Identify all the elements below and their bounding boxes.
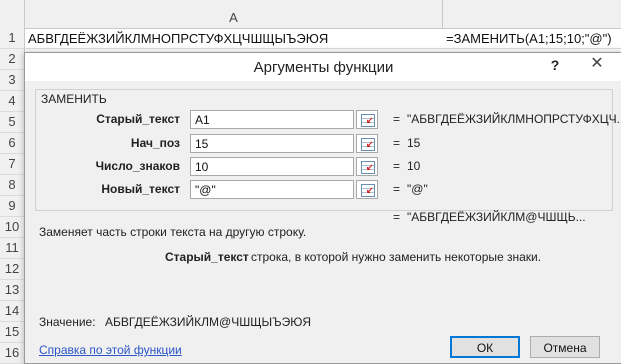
row-header[interactable]: 3	[0, 70, 25, 91]
function-name: ЗАМЕНИТЬ	[39, 92, 109, 106]
ok-button[interactable]: ОК	[450, 336, 520, 358]
close-button[interactable]: ✕	[573, 53, 621, 75]
arg-label-old-text: Старый_текст	[96, 112, 180, 126]
arg-input-old-text[interactable]: A1	[190, 110, 354, 129]
arg-label-num-chars: Число_знаков	[95, 159, 180, 173]
arg-equals: =	[393, 112, 401, 126]
row-header[interactable]: 10	[0, 217, 25, 238]
arg-input-new-text[interactable]: "@"	[190, 180, 354, 199]
collapse-dialog-icon[interactable]: ↙	[356, 134, 378, 153]
row-header[interactable]: 6	[0, 133, 25, 154]
dialog-title: Аргументы функции	[253, 59, 394, 76]
column-header-b[interactable]	[443, 0, 621, 28]
row-header[interactable]: 14	[0, 301, 25, 322]
row-header[interactable]: 5	[0, 112, 25, 133]
arg-label-start-pos: Нач_поз	[130, 136, 180, 150]
row-header[interactable]: 8	[0, 175, 25, 196]
value-text: АБВГДЕЁЖЗИЙКЛМ@ЧШЩЫЪЭЮЯ	[105, 315, 311, 329]
arg-input-start-pos[interactable]: 15	[190, 134, 354, 153]
arg-equals: =	[393, 136, 401, 150]
row-header[interactable]: 15	[0, 322, 25, 343]
value-label: Значение:	[39, 315, 96, 329]
row-header[interactable]: 12	[0, 259, 25, 280]
help-button[interactable]: ?	[545, 55, 565, 75]
cell-b1[interactable]: =ЗАМЕНИТЬ(A1;15;10;"@")	[446, 28, 612, 48]
arg-result-new-text: "@"	[407, 182, 428, 196]
cancel-button[interactable]: Отмена	[530, 336, 600, 358]
row-header[interactable]: 7	[0, 154, 25, 175]
row-header[interactable]: 4	[0, 91, 25, 112]
formula-equals: =	[393, 210, 401, 224]
function-description: Заменяет часть строки текста на другую с…	[39, 225, 307, 239]
row-header[interactable]: 1	[0, 28, 25, 49]
arg-equals: =	[393, 182, 401, 196]
arg-result-start-pos: 15	[407, 136, 421, 150]
cell-a1[interactable]: АБВГДЕЁЖЗИЙКЛМНОПРСТУФХЦЧШЩЫЪЭЮЯ	[28, 28, 328, 48]
column-header-bar: A	[0, 0, 621, 29]
row-header[interactable]: 13	[0, 280, 25, 301]
column-header-a[interactable]: A	[25, 0, 443, 28]
formula-result: "АБВГДЕЁЖЗИЙКЛМ@ЧШЩЬ...	[407, 210, 586, 224]
arg-label-new-text: Новый_текст	[101, 182, 180, 196]
arg-description-name: Старый_текст	[165, 250, 249, 264]
arg-result-old-text: "АБВГДЕЁЖЗИЙКЛМНОПРСТУФХЦЧ...	[407, 112, 621, 126]
row-header[interactable]: 9	[0, 196, 25, 217]
arg-equals: =	[393, 159, 401, 173]
function-help-link[interactable]: Справка по этой функции	[39, 343, 182, 357]
arg-input-num-chars[interactable]: 10	[190, 157, 354, 176]
row-header[interactable]: 2	[0, 49, 25, 70]
row-header[interactable]: 11	[0, 238, 25, 259]
gridline	[25, 48, 621, 49]
function-arguments-dialog: Аргументы функции ? ✕ ЗАМЕНИТЬ Старый_те…	[24, 52, 621, 364]
arg-result-num-chars: 10	[407, 159, 421, 173]
collapse-dialog-icon[interactable]: ↙	[356, 180, 378, 199]
collapse-dialog-icon[interactable]: ↙	[356, 110, 378, 129]
dialog-title-bar[interactable]: Аргументы функции ? ✕	[25, 53, 621, 81]
collapse-dialog-icon[interactable]: ↙	[356, 157, 378, 176]
row-header[interactable]: 16	[0, 343, 25, 364]
select-all-corner[interactable]	[0, 0, 25, 28]
arg-description-text: строка, в которой нужно заменить некотор…	[251, 250, 542, 264]
